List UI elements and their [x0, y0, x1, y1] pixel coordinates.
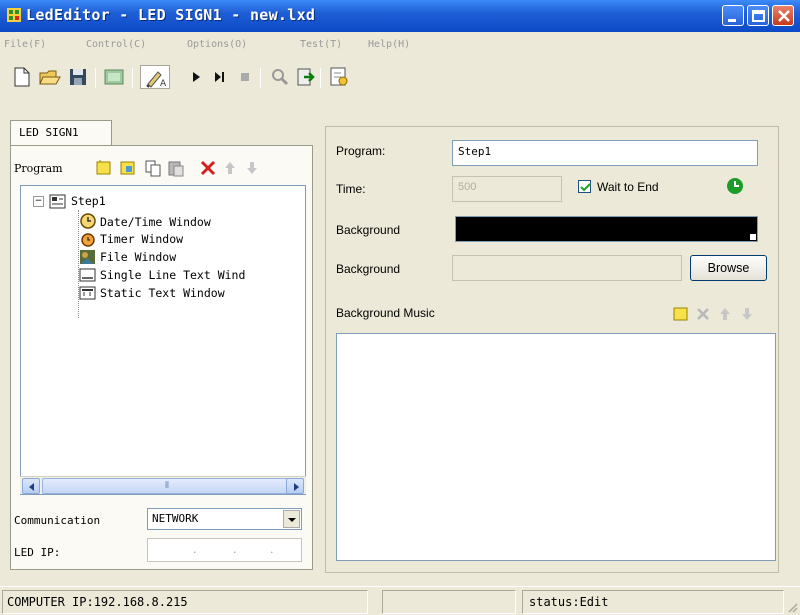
- background-music-label: Background Music: [336, 306, 435, 320]
- scroll-grip: ⦀: [165, 481, 169, 491]
- collapse-icon[interactable]: −: [33, 196, 44, 207]
- menu-file[interactable]: File(F): [4, 39, 46, 50]
- add-window-icon[interactable]: [118, 158, 138, 178]
- move-down-icon[interactable]: [242, 158, 262, 178]
- music-down-icon[interactable]: [738, 305, 756, 323]
- clock-icon: [79, 212, 97, 230]
- program-name-value: Step1: [458, 145, 492, 158]
- stop-icon[interactable]: [233, 65, 257, 89]
- background-color-label: Background: [336, 223, 401, 237]
- tree-item-datetime[interactable]: Date/Time Window: [100, 215, 211, 229]
- toolbar: A: [0, 60, 800, 92]
- background-image-input[interactable]: [452, 255, 682, 281]
- copy-icon[interactable]: [143, 158, 163, 178]
- ip-dot: .: [193, 543, 197, 556]
- open-folder-icon[interactable]: [38, 65, 62, 89]
- menu-bar: File(F) Control(C) Options(O) Test(T) He…: [0, 34, 800, 56]
- program-label: Program: [14, 162, 63, 175]
- maximize-button[interactable]: [747, 5, 769, 26]
- step-icon[interactable]: [207, 65, 231, 89]
- status-computer-ip: COMPUTER IP:192.168.8.215: [2, 590, 368, 614]
- led-ip-input[interactable]: . . .: [147, 538, 302, 562]
- tab-led-sign1[interactable]: LED SIGN1: [10, 120, 112, 146]
- scroll-right-icon[interactable]: [286, 478, 304, 494]
- app-icon: [6, 7, 22, 23]
- communication-label: Communication: [14, 514, 101, 527]
- properties-icon[interactable]: [327, 65, 351, 89]
- chevron-down-icon[interactable]: [283, 510, 300, 528]
- remove-music-icon[interactable]: [694, 305, 712, 323]
- zoom-icon[interactable]: [268, 65, 292, 89]
- svg-text:A: A: [160, 79, 167, 89]
- computer-ip-text: COMPUTER IP:192.168.8.215: [7, 595, 188, 609]
- menu-options[interactable]: Options(O): [187, 39, 247, 50]
- title-bar[interactable]: LedEditor - LED SIGN1 - new.lxd: [0, 0, 800, 32]
- resize-grip-icon[interactable]: [786, 601, 798, 613]
- background-color-picker[interactable]: [455, 216, 758, 242]
- tree-item-static-text[interactable]: Static Text Window: [100, 286, 225, 300]
- tree-item-file[interactable]: File Window: [100, 250, 176, 264]
- background-image-label: Background: [336, 262, 401, 276]
- static-text-icon: [79, 284, 97, 302]
- wait-to-end-label: Wait to End: [597, 180, 659, 194]
- scroll-left-icon[interactable]: [22, 478, 40, 494]
- minimize-button[interactable]: [722, 5, 744, 26]
- toolbar-separator: [132, 68, 133, 88]
- play-icon[interactable]: [184, 65, 208, 89]
- single-line-text-icon: [79, 266, 97, 284]
- communication-select[interactable]: NETWORK: [147, 508, 302, 530]
- music-up-icon[interactable]: [716, 305, 734, 323]
- tree-item-single-line[interactable]: Single Line Text Wind: [100, 268, 245, 282]
- timer-icon: [79, 230, 97, 248]
- background-music-list[interactable]: [336, 333, 776, 561]
- browse-button[interactable]: Browse: [690, 255, 767, 281]
- timer-clock-icon[interactable]: [726, 177, 744, 195]
- status-middle: [382, 590, 516, 614]
- export-icon[interactable]: [294, 65, 318, 89]
- time-input[interactable]: 500: [452, 176, 562, 202]
- program-name-input[interactable]: Step1: [452, 140, 758, 166]
- screen-icon[interactable]: [102, 65, 126, 89]
- window-title: LedEditor - LED SIGN1 - new.lxd: [26, 6, 316, 24]
- time-label: Time:: [336, 182, 366, 196]
- tree-root-step1[interactable]: Step1: [71, 194, 106, 208]
- add-music-icon[interactable]: [672, 305, 690, 323]
- ip-dot: .: [233, 543, 237, 556]
- toolbar-separator: [95, 68, 96, 88]
- program-tree[interactable]: − Step1 Date/Time Window Timer Window Fi…: [20, 185, 306, 495]
- program-step-icon: [49, 193, 67, 211]
- toolbar-separator: [320, 68, 321, 88]
- communication-value: NETWORK: [152, 512, 199, 525]
- time-value: 500: [458, 181, 477, 193]
- ip-dot: .: [270, 543, 274, 556]
- scroll-thumb[interactable]: ⦀: [42, 478, 298, 494]
- status-state: status:Edit: [522, 590, 784, 614]
- toolbar-separator: [260, 68, 261, 88]
- new-file-icon[interactable]: [10, 65, 34, 89]
- move-up-icon[interactable]: [220, 158, 240, 178]
- add-program-icon[interactable]: [94, 158, 114, 178]
- color-dropdown-icon[interactable]: [750, 234, 756, 240]
- status-state-text: status:Edit: [529, 595, 609, 609]
- menu-control[interactable]: Control(C): [86, 39, 146, 50]
- status-bar: COMPUTER IP:192.168.8.215 status:Edit: [0, 586, 800, 615]
- close-button[interactable]: [772, 5, 794, 26]
- tab-label: LED SIGN1: [19, 126, 79, 139]
- edit-icon[interactable]: A: [140, 65, 170, 89]
- save-icon[interactable]: [66, 65, 90, 89]
- menu-help[interactable]: Help(H): [368, 39, 410, 50]
- tree-horizontal-scrollbar[interactable]: ⦀: [20, 476, 306, 494]
- led-ip-label: LED IP:: [14, 546, 61, 559]
- program-name-label: Program:: [336, 144, 386, 158]
- menu-test[interactable]: Test(T): [300, 39, 342, 50]
- tree-item-timer[interactable]: Timer Window: [100, 232, 183, 246]
- paste-icon[interactable]: [166, 158, 186, 178]
- wait-to-end-checkbox[interactable]: [578, 180, 591, 193]
- file-window-icon: [79, 248, 97, 266]
- delete-icon[interactable]: [198, 158, 218, 178]
